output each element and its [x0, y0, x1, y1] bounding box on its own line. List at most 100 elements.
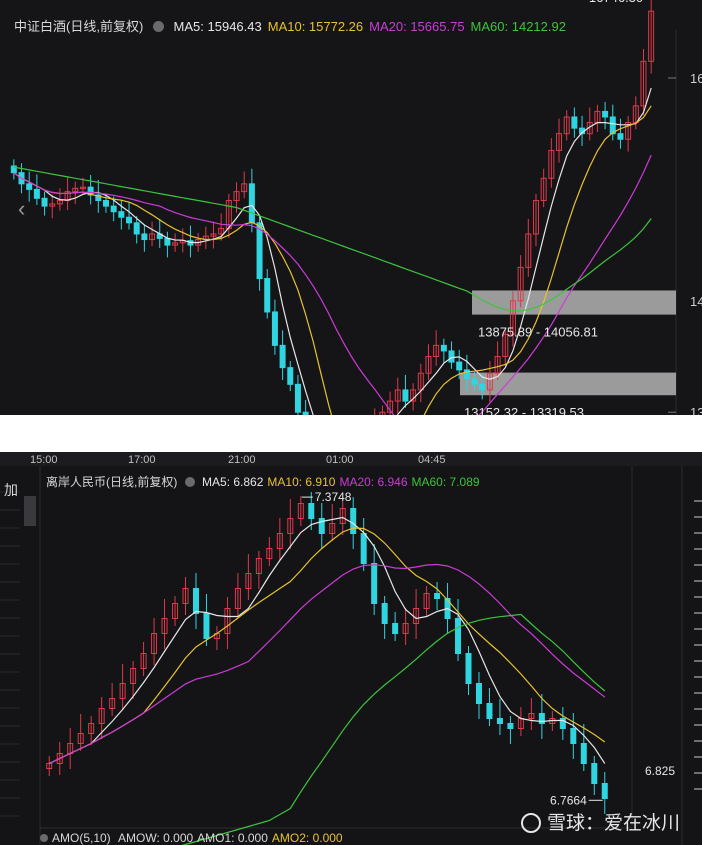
high-annotation: 16746.30 [589, 0, 643, 5]
candle-body [371, 563, 378, 604]
right-axis-tick [694, 628, 702, 630]
amo-item-amo2: AMO2: 0.000 [271, 831, 343, 845]
candle-body [294, 383, 301, 413]
right-axis-tick [694, 596, 702, 598]
candle-body [617, 133, 624, 140]
candle-body [308, 503, 315, 519]
right-axis-tick [694, 500, 702, 502]
candle-body [203, 613, 210, 639]
ma-item-ma5: MA5: 6.862 [202, 475, 264, 489]
candle-body [580, 743, 587, 764]
ma20-line [48, 563, 606, 765]
candle-body [33, 188, 40, 199]
price-label: 6.825 [645, 764, 675, 778]
right-axis-tick [694, 756, 702, 758]
candle-body [455, 618, 462, 654]
candle-body [434, 593, 441, 599]
ma-item-ma20: MA20: 15665.75 [369, 19, 465, 34]
chevron-down-icon[interactable] [184, 477, 195, 487]
right-axis-tick [694, 564, 702, 566]
cnh-legend: 离岸人民币(日线,前复权) MA5: 6.862 MA10: 6.910 MA20:… [46, 473, 488, 490]
right-axis-tick [694, 660, 702, 662]
candle-body [471, 378, 478, 385]
candle-body [601, 783, 608, 799]
time-label: 01:00 [326, 454, 354, 466]
candle-body [350, 508, 357, 534]
chevron-down-icon[interactable] [40, 834, 48, 842]
amo-item-amo1: AMO1: 0.000 [197, 831, 268, 845]
right-axis-tick [694, 548, 702, 550]
ma5-line [48, 516, 606, 765]
time-label: 17:00 [128, 454, 156, 466]
low-annotation: 6.7664 [550, 793, 587, 807]
candle-body [381, 603, 388, 624]
candle-body [264, 278, 271, 313]
baijiu-mode: (日线,前复权) [66, 19, 144, 34]
candle-body [402, 389, 409, 402]
candle-body [507, 723, 514, 729]
candle-body [479, 383, 486, 391]
right-axis-tick [694, 532, 702, 534]
y-tick-label: 13 [690, 405, 702, 415]
right-axis-tick [694, 772, 702, 774]
candle-body [102, 200, 109, 207]
candle-body [271, 311, 278, 346]
candle-body [465, 653, 472, 684]
amo-indicator-legend: AMO(5,10) AMOW: 0.000 AMO1: 0.000 AMO2: 0.… [40, 831, 343, 845]
side-label: 加 [4, 482, 18, 498]
cnh-candlestick-chart: 15:00 17:00 21:00 01:00 04:45 7.3748 6.7664 6.8… [0, 452, 702, 845]
candle-body [591, 763, 598, 784]
cnh-instrument-name: 离岸人民币 [46, 475, 107, 489]
candle-body [287, 367, 294, 385]
xueqiu-logo-icon [520, 813, 541, 833]
baijiu-ma-values: MA5: 15946.43 MA10: 15772.26 MA20: 15665.7… [174, 19, 572, 34]
ma5-line [13, 87, 652, 415]
amo-item-amow: AMOW: 0.000 [118, 831, 194, 845]
candle-body [256, 222, 263, 280]
watermark-text: 雪球：爱在冰川 [546, 812, 680, 834]
y-tick-label: 16 [690, 71, 702, 86]
chevron-down-icon[interactable] [152, 21, 164, 32]
ma-item-ma5: MA5: 15946.43 [173, 19, 262, 34]
right-axis-tick [694, 740, 702, 742]
time-label: 21:00 [228, 454, 256, 466]
candle-body [448, 350, 455, 363]
baijiu-instrument-name: 中证白酒 [14, 19, 67, 34]
cnh-ma-values: MA5: 6.862 MA10: 6.910 MA20: 6.946 MA60: 7.… [202, 475, 484, 489]
scrollbar-thumb [24, 496, 36, 526]
candle-body [456, 361, 463, 371]
time-label: 15:00 [30, 454, 58, 466]
chevron-left-icon[interactable]: ‹ [18, 196, 25, 222]
ma-item-ma60: MA60: 7.089 [411, 475, 480, 489]
ma-item-ma10: MA10: 15772.26 [267, 19, 364, 34]
right-axis-tick [694, 516, 702, 518]
candle-body [602, 110, 609, 118]
ma-item-ma60: MA60: 14212.92 [470, 19, 566, 34]
right-axis-tick [694, 708, 702, 710]
candle-body [475, 683, 482, 704]
right-axis-tick [694, 724, 702, 726]
y-tick-label: 14 [690, 294, 702, 309]
ma10-line [13, 105, 652, 415]
candle-body [279, 344, 286, 369]
support-zone [472, 290, 676, 315]
time-label: 04:45 [418, 454, 446, 466]
ma60-line [13, 166, 652, 312]
candle-body [248, 183, 255, 224]
right-axis-tick [694, 580, 702, 582]
right-axis-tick [694, 692, 702, 694]
ma-item-ma10: MA10: 6.910 [267, 475, 336, 489]
right-axis-tick [694, 788, 702, 790]
candle-body [496, 718, 503, 724]
amo-values: AMOW: 0.000 AMO1: 0.000 AMO2: 0.000 [114, 831, 343, 845]
ma-item-ma20: MA20: 6.946 [339, 475, 408, 489]
candle-body [302, 411, 309, 415]
candle-body [164, 237, 171, 246]
zone1-label: 13875.89 - 14056.81 [478, 325, 598, 340]
baijiu-legend: 中证白酒(日线,前复权) MA5: 15946.43 MA10: 15772.26… [14, 16, 578, 35]
right-axis-tick [694, 612, 702, 614]
candle-body [440, 344, 447, 352]
chart-panel-baijiu: 1614131116746.3011672.9613875.89 - 14056… [0, 0, 702, 415]
candle-body [360, 533, 367, 564]
candle-body [192, 588, 199, 614]
